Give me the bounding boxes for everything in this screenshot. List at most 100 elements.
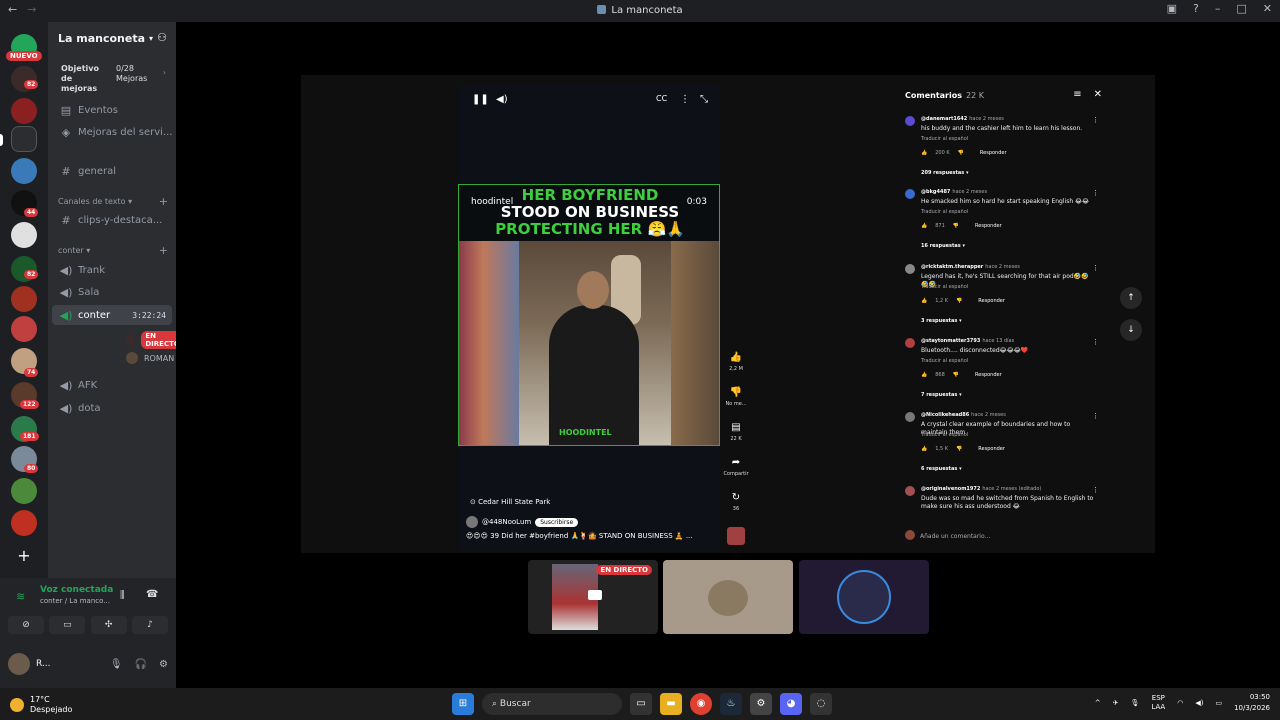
maximize-button[interactable]: □ bbox=[1236, 2, 1246, 15]
comment-author[interactable]: @Nicolikehead86 hace 2 meses bbox=[921, 412, 1006, 418]
events-item[interactable]: ▤ Eventos bbox=[58, 100, 174, 120]
headphones-icon[interactable]: 🎧 bbox=[135, 659, 147, 670]
participant-tile[interactable] bbox=[663, 560, 793, 634]
chrome-icon[interactable]: ◉ bbox=[690, 693, 712, 715]
avatar[interactable] bbox=[8, 653, 30, 675]
add-server-icon[interactable]: + bbox=[11, 544, 37, 570]
replies-toggle[interactable]: 209 respuestas ▾ bbox=[921, 170, 969, 176]
server-header[interactable]: La manconeta ▾ ⚇ bbox=[48, 22, 176, 54]
thumbs-down-icon[interactable]: 👎 bbox=[953, 223, 959, 229]
translate-link[interactable]: Traducir al español bbox=[921, 209, 968, 215]
avatar[interactable] bbox=[905, 486, 915, 496]
add-comment-input[interactable]: Añade un comentario... bbox=[905, 530, 990, 540]
windows-start-icon[interactable]: ⊞ bbox=[452, 693, 474, 715]
reply-button[interactable]: Responder bbox=[975, 372, 1002, 378]
reply-button[interactable]: Responder bbox=[975, 223, 1002, 229]
channel-general[interactable]: # general bbox=[58, 161, 174, 181]
translate-link[interactable]: Traducir al español bbox=[921, 358, 968, 364]
stream-tile-live[interactable]: EN DIRECTO bbox=[528, 560, 658, 634]
thumbs-up-icon[interactable]: 👍 bbox=[921, 446, 927, 452]
channel-clips[interactable]: # clips-y-destaca... bbox=[58, 210, 174, 230]
comment-author[interactable]: @originalvenom1972 hace 2 meses (editado) bbox=[921, 486, 1041, 492]
microphone-icon[interactable]: 🎙 bbox=[110, 659, 123, 670]
avatar[interactable] bbox=[905, 338, 915, 348]
channel-name[interactable]: @448NooLum bbox=[482, 518, 531, 526]
weather-widget[interactable]: 17°C Despejado bbox=[10, 695, 72, 715]
screen-share-icon[interactable]: ▭ bbox=[49, 616, 86, 634]
video-description[interactable]: 😍😍😍 39 Did her #boyfriend 🙏🍹🤷 STAND ON B… bbox=[466, 532, 693, 540]
minimize-button[interactable]: – bbox=[1215, 2, 1221, 15]
collapse-icon[interactable]: ⤡ bbox=[700, 94, 708, 105]
server-icon-15[interactable] bbox=[11, 510, 37, 536]
server-icon-3[interactable] bbox=[11, 98, 37, 124]
server-icon-8[interactable] bbox=[11, 286, 37, 312]
reply-button[interactable]: Responder bbox=[978, 446, 1005, 452]
thumbs-up-icon[interactable]: 👍 bbox=[921, 150, 927, 156]
server-icon-4[interactable] bbox=[11, 158, 37, 184]
more-icon[interactable]: ⋮ bbox=[1092, 116, 1099, 124]
subscribe-button[interactable]: Suscribirse bbox=[535, 517, 579, 527]
replies-toggle[interactable]: 16 respuestas ▾ bbox=[921, 243, 965, 249]
replies-toggle[interactable]: 6 respuestas ▾ bbox=[921, 466, 962, 472]
more-icon[interactable]: ⋮ bbox=[1092, 264, 1099, 272]
more-icon[interactable]: ⋮ bbox=[680, 94, 690, 105]
volume-icon[interactable]: ◀) bbox=[1195, 699, 1203, 707]
server-icon-6[interactable] bbox=[11, 222, 37, 248]
chevron-up-icon[interactable]: ^ bbox=[1095, 699, 1101, 707]
steam-icon[interactable]: ♨ bbox=[720, 693, 742, 715]
settings-icon[interactable]: ⚙ bbox=[750, 693, 772, 715]
location-tag[interactable]: ⊙ Cedar Hill State Park bbox=[470, 498, 550, 506]
volume-icon[interactable]: ◀) bbox=[496, 94, 508, 105]
close-icon[interactable]: ✕ bbox=[1094, 89, 1102, 100]
replies-toggle[interactable]: 7 respuestas ▾ bbox=[921, 392, 962, 398]
more-icon[interactable]: ⋮ bbox=[1092, 486, 1099, 494]
more-icon[interactable]: ⋮ bbox=[1092, 338, 1099, 346]
clock[interactable]: 03:50 10/3/2026 bbox=[1234, 692, 1270, 714]
activities-icon[interactable]: ✣ bbox=[90, 616, 127, 634]
thumbs-up-icon[interactable]: 👍 bbox=[921, 223, 927, 229]
thumbs-up-icon[interactable]: 👍 bbox=[921, 372, 927, 378]
add-channel-icon[interactable]: + bbox=[159, 195, 168, 208]
sound-thumbnail[interactable] bbox=[727, 527, 745, 545]
translate-link[interactable]: Traducir al español bbox=[921, 136, 968, 142]
avatar[interactable] bbox=[905, 189, 915, 199]
translate-link[interactable]: Traducir al español bbox=[921, 284, 968, 290]
voice-channel[interactable]: ◀) Trank bbox=[58, 260, 174, 280]
captions-icon[interactable]: CC bbox=[656, 94, 667, 103]
share-button[interactable]: ➦ Compartir bbox=[723, 457, 748, 492]
remix-button[interactable]: ↻ 36 bbox=[732, 492, 740, 527]
thumbs-down-icon[interactable]: 👎 bbox=[953, 372, 959, 378]
thumbs-down-icon[interactable]: 👎 bbox=[956, 298, 962, 304]
sort-icon[interactable]: ≡ bbox=[1073, 89, 1081, 100]
reply-button[interactable]: Responder bbox=[980, 150, 1007, 156]
gear-icon[interactable]: ⚙ bbox=[159, 659, 168, 670]
shorts-video[interactable]: ❚❚ ◀) CC ⋮ ⤡ HER BOYFRIEND STOOD ON BUSI… bbox=[458, 86, 720, 552]
app-icon[interactable]: ◌ bbox=[810, 693, 832, 715]
comment-author[interactable]: @staytonmatter3793 hace 13 días bbox=[921, 338, 1014, 344]
search-box[interactable]: ⌕ Buscar bbox=[482, 693, 622, 715]
more-icon[interactable]: ⋮ bbox=[1092, 189, 1099, 197]
voice-channel[interactable]: ◀) dota bbox=[58, 398, 174, 418]
more-icon[interactable]: ⋮ bbox=[1092, 412, 1099, 420]
avatar[interactable] bbox=[905, 264, 915, 274]
thumbs-up-icon[interactable]: 👍 bbox=[921, 298, 927, 304]
battery-icon[interactable]: ▭ bbox=[1215, 699, 1222, 707]
thumbs-down-icon[interactable]: 👎 bbox=[956, 446, 962, 452]
inbox-icon[interactable]: ▣ bbox=[1167, 2, 1177, 15]
replies-toggle[interactable]: 3 respuestas ▾ bbox=[921, 318, 962, 324]
voice-location[interactable]: conter / La manco... bbox=[40, 597, 110, 605]
add-channel-icon[interactable]: + bbox=[159, 244, 168, 257]
thumbs-down-icon[interactable]: 👎 bbox=[958, 150, 964, 156]
noise-suppression-icon[interactable]: ⫼ bbox=[120, 590, 125, 601]
comments-button[interactable]: ▤ 22 K bbox=[730, 422, 741, 457]
camera-off-icon[interactable]: ⊘ bbox=[8, 616, 44, 634]
invite-icon[interactable]: ⚇ bbox=[157, 31, 167, 44]
server-icon-active[interactable] bbox=[11, 126, 37, 152]
server-icon-9[interactable] bbox=[11, 316, 37, 342]
microphone-icon[interactable]: 🎙 bbox=[1131, 699, 1140, 707]
boost-goal[interactable]: Objetivo de mejoras 0/28 Mejoras › bbox=[54, 60, 170, 93]
translate-link[interactable]: Traducir al español bbox=[921, 432, 968, 438]
avatar[interactable] bbox=[905, 412, 915, 422]
pause-icon[interactable]: ❚❚ bbox=[472, 94, 489, 105]
participant-tile[interactable] bbox=[799, 560, 929, 634]
